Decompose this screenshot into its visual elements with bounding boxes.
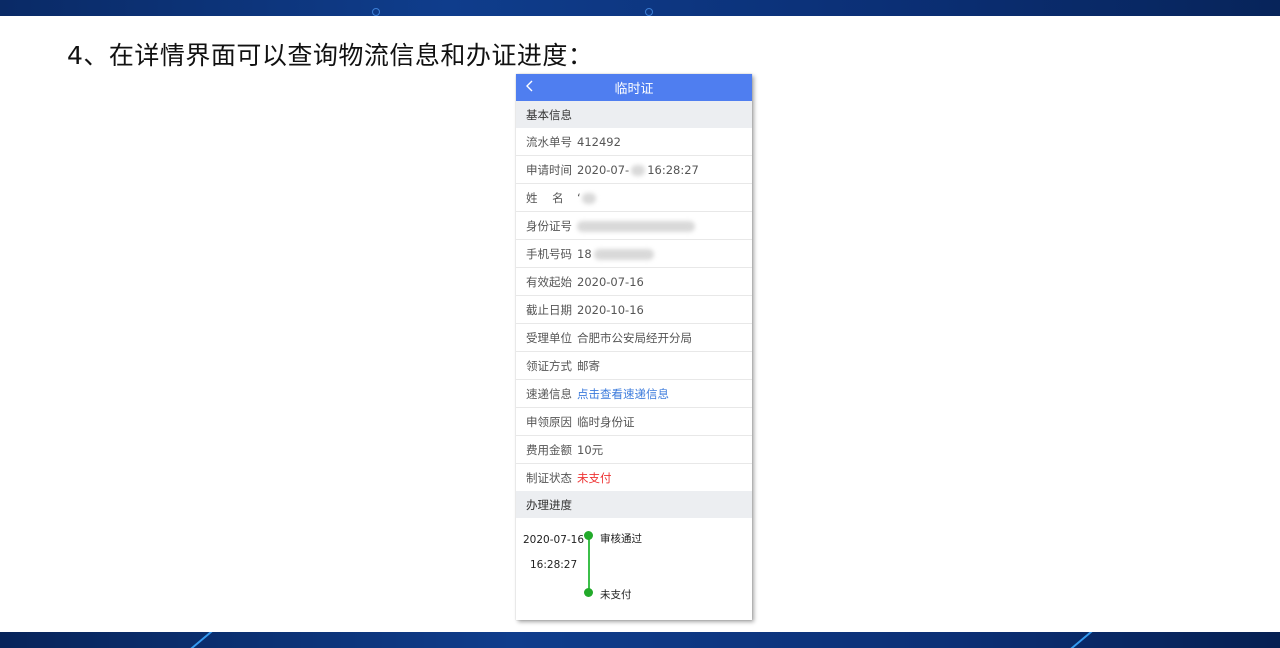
row-label: 制证状态 xyxy=(526,470,572,485)
row-value-prefix: 2020-07- xyxy=(577,162,630,177)
row-value: ‘ xyxy=(577,191,596,205)
timeline-date: 2020-07-16 xyxy=(523,534,585,546)
timeline-node xyxy=(584,588,593,597)
row-serial-number: 流水单号 412492 xyxy=(516,128,752,156)
row-pickup-method: 领证方式 邮寄 xyxy=(516,352,752,380)
timeline-line xyxy=(588,536,590,594)
timeline-status: 审核通过 xyxy=(600,533,642,545)
row-label: 速递信息 xyxy=(526,386,572,401)
redacted-blur xyxy=(581,192,596,204)
row-express-info: 速递信息 点击查看速递信息 xyxy=(516,380,752,408)
section-progress: 办理进度 xyxy=(516,491,752,518)
row-name: 姓 名 ‘ xyxy=(516,184,752,212)
row-value: 临时身份证 xyxy=(577,414,635,429)
row-fee-amount: 费用金额 10元 xyxy=(516,436,752,464)
row-label: 手机号码 xyxy=(526,246,572,261)
row-value: 10元 xyxy=(577,442,604,457)
decor-streak xyxy=(190,632,213,648)
row-accepting-unit: 受理单位 合肥市公安局经开分局 xyxy=(516,324,752,352)
row-label: 截止日期 xyxy=(526,302,572,317)
redacted-blur xyxy=(631,164,646,176)
row-value: 合肥市公安局经开分局 xyxy=(577,330,692,345)
decor-dot xyxy=(645,8,653,16)
row-value: 2020-07- 16:28:27 xyxy=(577,163,699,177)
row-apply-time: 申请时间 2020-07- 16:28:27 xyxy=(516,156,752,184)
row-value-text: 18 xyxy=(577,246,592,261)
row-value: 412492 xyxy=(577,134,621,149)
phone-screenshot: 临时证 基本信息 流水单号 412492 申请时间 2020-07- 16:28:… xyxy=(516,74,752,620)
express-info-link[interactable]: 点击查看速递信息 xyxy=(577,386,669,402)
redacted-blur xyxy=(577,220,695,232)
row-value xyxy=(577,219,695,233)
row-value: 邮寄 xyxy=(577,358,600,373)
row-card-status: 制证状态 未支付 xyxy=(516,464,752,491)
row-label: 流水单号 xyxy=(526,134,572,149)
app-header-title: 临时证 xyxy=(614,82,654,97)
row-value: 2020-07-16 xyxy=(577,274,644,289)
row-label: 身份证号 xyxy=(526,218,572,233)
row-value-suffix: 16:28:27 xyxy=(647,162,699,177)
row-value: 2020-10-16 xyxy=(577,302,644,317)
row-label: 申领原因 xyxy=(526,414,572,429)
timeline-node xyxy=(584,531,593,540)
section-title: 办理进度 xyxy=(526,497,572,512)
row-value-text: ‘ xyxy=(577,190,581,205)
section-title: 基本信息 xyxy=(526,107,572,122)
row-phone: 手机号码 18 xyxy=(516,240,752,268)
row-valid-start: 有效起始 2020-07-16 xyxy=(516,268,752,296)
decor-dot xyxy=(372,8,380,16)
row-label: 费用金额 xyxy=(526,442,572,457)
row-apply-reason: 申领原因 临时身份证 xyxy=(516,408,752,436)
section-basic-info: 基本信息 xyxy=(516,101,752,128)
bottom-decor-band xyxy=(0,632,1280,648)
row-label: 有效起始 xyxy=(526,274,572,289)
timeline-time: 16:28:27 xyxy=(530,559,578,571)
slide-title: 4、在详情界面可以查询物流信息和办证进度： xyxy=(67,41,594,70)
row-label: 姓 名 xyxy=(526,190,564,205)
row-label: 受理单位 xyxy=(526,330,572,345)
row-valid-end: 截止日期 2020-10-16 xyxy=(516,296,752,324)
progress-timeline: 2020-07-16 16:28:27 审核通过 未支付 xyxy=(516,518,752,620)
status-badge: 未支付 xyxy=(577,470,612,485)
timeline-status: 未支付 xyxy=(600,589,632,601)
row-label: 领证方式 xyxy=(526,358,572,373)
decor-streak xyxy=(1070,632,1093,648)
row-value: 18 xyxy=(577,247,654,261)
redacted-blur xyxy=(593,248,654,260)
chevron-left-icon[interactable] xyxy=(522,78,536,94)
app-header: 临时证 xyxy=(516,74,752,101)
row-label: 申请时间 xyxy=(526,162,572,177)
top-decor-band xyxy=(0,0,1280,16)
row-id-number: 身份证号 xyxy=(516,212,752,240)
